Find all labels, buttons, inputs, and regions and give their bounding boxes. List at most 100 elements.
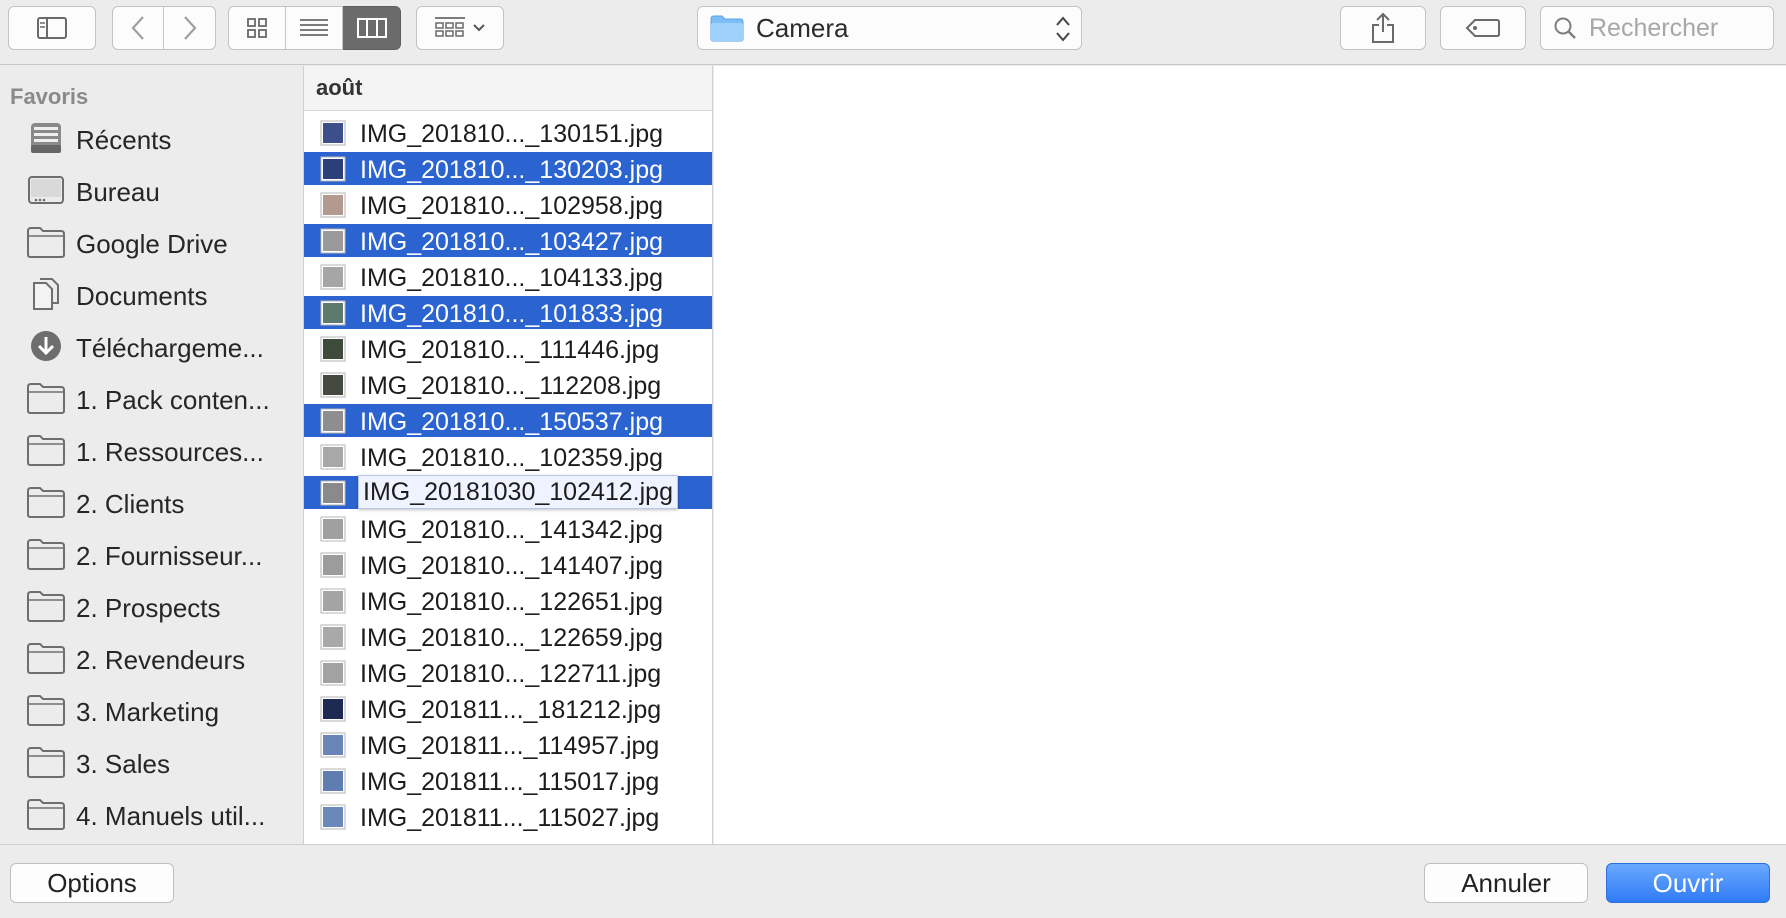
- sidebar-item[interactable]: 3. Sales: [0, 738, 303, 790]
- sidebar-item[interactable]: 2. Clients: [0, 478, 303, 530]
- cancel-button[interactable]: Annuler: [1424, 863, 1588, 903]
- image-thumbnail-icon: [320, 732, 346, 758]
- image-thumbnail-icon: [320, 624, 346, 650]
- sidebar-item[interactable]: 2. Fournisseur...: [0, 530, 303, 582]
- file-name: IMG_201810..._104133.jpg: [360, 264, 664, 292]
- file-row[interactable]: IMG_201810..._130203.jpg: [304, 152, 712, 185]
- folder-icon: [26, 537, 66, 577]
- image-thumbnail-icon: [320, 444, 346, 470]
- chevron-down-icon: [473, 24, 485, 32]
- image-thumbnail-icon: [320, 408, 346, 434]
- preview-area: [714, 66, 1786, 844]
- updown-arrows-icon: [1056, 16, 1070, 42]
- file-row[interactable]: IMG_201811..._114957.jpg: [304, 728, 712, 761]
- file-row[interactable]: IMG_201810..._130151.jpg: [304, 116, 712, 149]
- sidebar-item-label: Bureau: [76, 177, 160, 207]
- toolbar: Camera: [0, 0, 1786, 65]
- folder-icon: [26, 433, 66, 473]
- file-name: IMG_201811..._114957.jpg: [360, 732, 660, 760]
- sidebar-item[interactable]: 1. Ressources...: [0, 426, 303, 478]
- file-row[interactable]: IMG_20181030_102412.jpg: [304, 475, 712, 509]
- search-input[interactable]: [1587, 12, 1767, 44]
- sidebar-item-label: 2. Prospects: [76, 593, 221, 623]
- file-row[interactable]: IMG_201810..._101833.jpg: [304, 296, 712, 329]
- list-icon: [300, 19, 328, 36]
- bottom-bar: Options Annuler Ouvrir: [0, 844, 1786, 918]
- image-thumbnail-icon: [320, 156, 346, 182]
- sidebar-item[interactable]: 3. Marketing: [0, 686, 303, 738]
- folder-icon: [26, 589, 66, 629]
- chevron-left-icon: [131, 16, 144, 40]
- location-popup[interactable]: Camera: [697, 6, 1082, 50]
- back-button[interactable]: [112, 6, 164, 50]
- file-row[interactable]: IMG_201811..._115027.jpg: [304, 800, 712, 833]
- columns-icon: [356, 18, 387, 38]
- file-row[interactable]: IMG_201810..._102958.jpg: [304, 188, 712, 221]
- file-row[interactable]: IMG_201810..._141342.jpg: [304, 512, 712, 545]
- file-column[interactable]: août IMG_201810..._130151.jpg IMG_201810.…: [303, 66, 713, 844]
- sidebar-item[interactable]: Téléchargeme...: [0, 322, 303, 374]
- image-thumbnail-icon: [320, 804, 346, 830]
- sidebar-item[interactable]: Bureau: [0, 166, 303, 218]
- image-thumbnail-icon: [320, 120, 346, 146]
- chevron-right-icon: [183, 16, 196, 40]
- share-icon: [1372, 12, 1394, 43]
- file-row[interactable]: IMG_201811..._181212.jpg: [304, 692, 712, 725]
- image-thumbnail-icon: [320, 336, 346, 362]
- file-row[interactable]: IMG_201811..._115017.jpg: [304, 764, 712, 797]
- image-thumbnail-icon: [320, 768, 346, 794]
- sidebar-item-label: Documents: [76, 281, 208, 311]
- forward-button[interactable]: [164, 6, 216, 50]
- open-button[interactable]: Ouvrir: [1606, 863, 1770, 903]
- search-icon: [1554, 17, 1576, 39]
- file-row[interactable]: IMG_201810..._122659.jpg: [304, 620, 712, 653]
- file-name: IMG_201810..._112208.jpg: [360, 372, 662, 400]
- file-row[interactable]: IMG_201810..._104133.jpg: [304, 260, 712, 293]
- sidebar-item-label: 3. Marketing: [76, 697, 220, 727]
- column-header: août: [304, 66, 712, 111]
- share-button[interactable]: [1340, 6, 1426, 50]
- grid-icon: [247, 18, 267, 38]
- file-name: IMG_201810..._101833.jpg: [360, 300, 664, 328]
- sidebar-item-label: 2. Clients: [76, 489, 185, 519]
- sidebar-item[interactable]: Documents: [0, 270, 303, 322]
- sidebar-toggle-icon: [37, 17, 67, 39]
- sidebar-item[interactable]: 2. Prospects: [0, 582, 303, 634]
- image-thumbnail-icon: [320, 516, 346, 542]
- documents-icon: [26, 277, 66, 317]
- file-row[interactable]: IMG_201810..._141407.jpg: [304, 548, 712, 581]
- image-thumbnail-icon: [320, 192, 346, 218]
- group-by-button[interactable]: [416, 6, 504, 50]
- view-columns-button[interactable]: [343, 6, 401, 50]
- image-thumbnail-icon: [320, 696, 346, 722]
- search-field[interactable]: [1540, 6, 1774, 50]
- sidebar-toggle-button[interactable]: [8, 6, 96, 50]
- file-row[interactable]: IMG_201810..._103427.jpg: [304, 224, 712, 257]
- file-name: IMG_201810..._111446.jpg: [360, 336, 660, 364]
- sidebar-item[interactable]: 1. Pack conten...: [0, 374, 303, 426]
- sidebar-item[interactable]: Récents: [0, 114, 303, 166]
- tags-button[interactable]: [1440, 6, 1526, 50]
- file-name: IMG_201811..._115017.jpg: [360, 768, 660, 796]
- file-name: IMG_201810..._102958.jpg: [360, 192, 664, 220]
- image-thumbnail-icon: [320, 480, 346, 506]
- folder-icon: [710, 15, 744, 42]
- file-row[interactable]: IMG_201810..._102359.jpg: [304, 440, 712, 473]
- file-row[interactable]: IMG_201810..._122711.jpg: [304, 656, 712, 689]
- file-row[interactable]: IMG_201810..._111446.jpg: [304, 332, 712, 365]
- file-row[interactable]: IMG_201810..._150537.jpg: [304, 404, 712, 437]
- view-list-button[interactable]: [286, 6, 343, 50]
- file-name: IMG_201810..._122651.jpg: [360, 588, 664, 616]
- file-name: IMG_20181030_102412.jpg: [358, 475, 678, 509]
- image-thumbnail-icon: [320, 264, 346, 290]
- options-button[interactable]: Options: [10, 863, 174, 903]
- sidebar-item[interactable]: 2. Revendeurs: [0, 634, 303, 686]
- sidebar-item[interactable]: 4. Manuels util...: [0, 790, 303, 842]
- sidebar-item[interactable]: Google Drive: [0, 218, 303, 270]
- file-row[interactable]: IMG_201810..._112208.jpg: [304, 368, 712, 401]
- file-row[interactable]: IMG_201810..._122651.jpg: [304, 584, 712, 617]
- view-icons-button[interactable]: [228, 6, 286, 50]
- file-name: IMG_201810..._130151.jpg: [360, 120, 664, 148]
- image-thumbnail-icon: [320, 660, 346, 686]
- sidebar-item-label: Google Drive: [76, 229, 228, 259]
